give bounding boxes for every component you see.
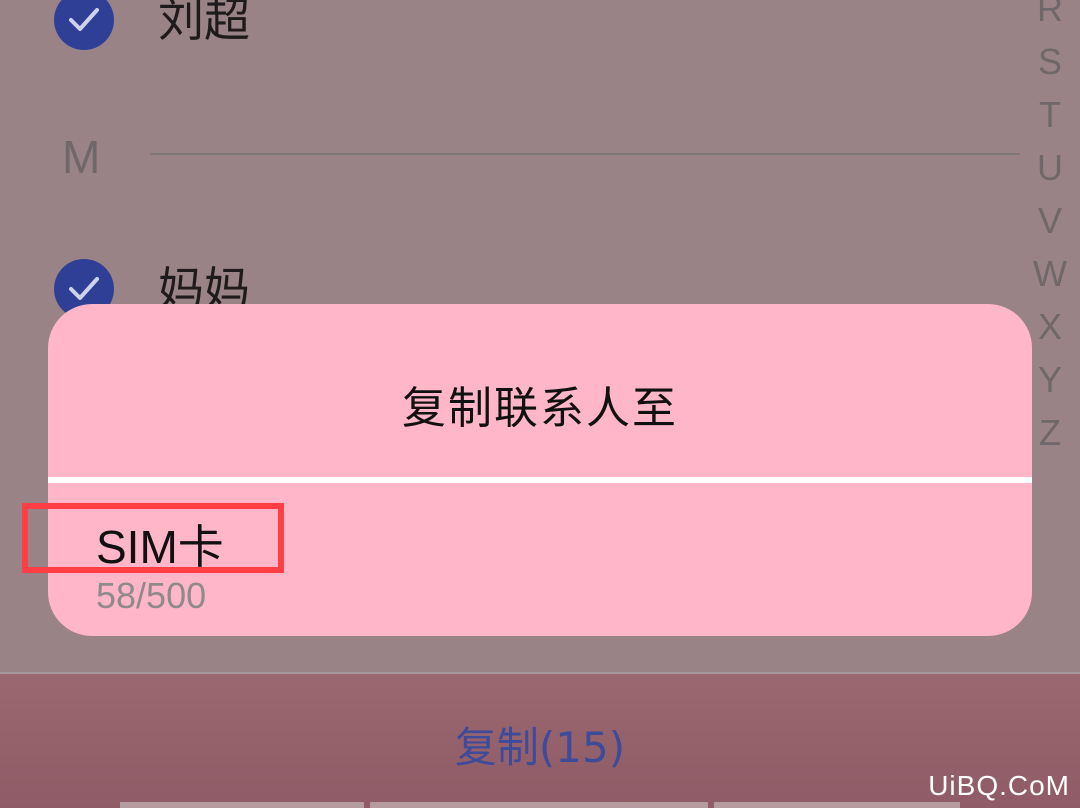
alphabet-index-letter[interactable]: Z bbox=[1028, 406, 1072, 459]
screen: 刘超 M 妈妈 R S T U V W X Y Z 复制联系人至 SIM卡 58… bbox=[0, 0, 1080, 808]
contact-row[interactable]: 刘超 bbox=[0, 0, 1020, 70]
bottom-action-bar: 复制(15) bbox=[0, 672, 1080, 808]
bottom-strip bbox=[120, 802, 960, 808]
alphabet-index-letter[interactable]: V bbox=[1028, 194, 1072, 247]
section-header-letter: M bbox=[62, 131, 101, 183]
checkbox-checked-icon[interactable] bbox=[54, 0, 114, 50]
bottom-strip-segment bbox=[714, 802, 960, 808]
section-divider bbox=[150, 153, 1020, 155]
alphabet-index-letter[interactable]: X bbox=[1028, 300, 1072, 353]
alphabet-index-letter[interactable]: Y bbox=[1028, 353, 1072, 406]
bottom-strip-segment bbox=[370, 802, 708, 808]
alphabet-index-letter[interactable]: U bbox=[1028, 141, 1072, 194]
checkmark-icon bbox=[69, 277, 99, 300]
contact-name: 刘超 bbox=[158, 0, 250, 47]
alphabet-index-letter[interactable]: W bbox=[1028, 247, 1072, 300]
checkmark-icon bbox=[69, 8, 99, 31]
watermark: UiBQ.CoM bbox=[928, 770, 1070, 801]
alphabet-index-letter[interactable]: T bbox=[1028, 88, 1072, 141]
dialog-title: 复制联系人至 bbox=[402, 383, 678, 434]
bottom-strip-segment bbox=[120, 802, 364, 808]
alphabet-index[interactable]: R S T U V W X Y Z bbox=[1028, 0, 1072, 459]
highlight-annotation-box bbox=[22, 503, 284, 573]
alphabet-index-letter[interactable]: S bbox=[1028, 35, 1072, 88]
sim-card-capacity: 58/500 bbox=[96, 575, 207, 616]
copy-contacts-dialog: 复制联系人至 SIM卡 58/500 bbox=[48, 304, 1032, 636]
alphabet-index-letter[interactable]: R bbox=[1028, 0, 1072, 35]
copy-button[interactable]: 复制(15) bbox=[0, 714, 1080, 775]
